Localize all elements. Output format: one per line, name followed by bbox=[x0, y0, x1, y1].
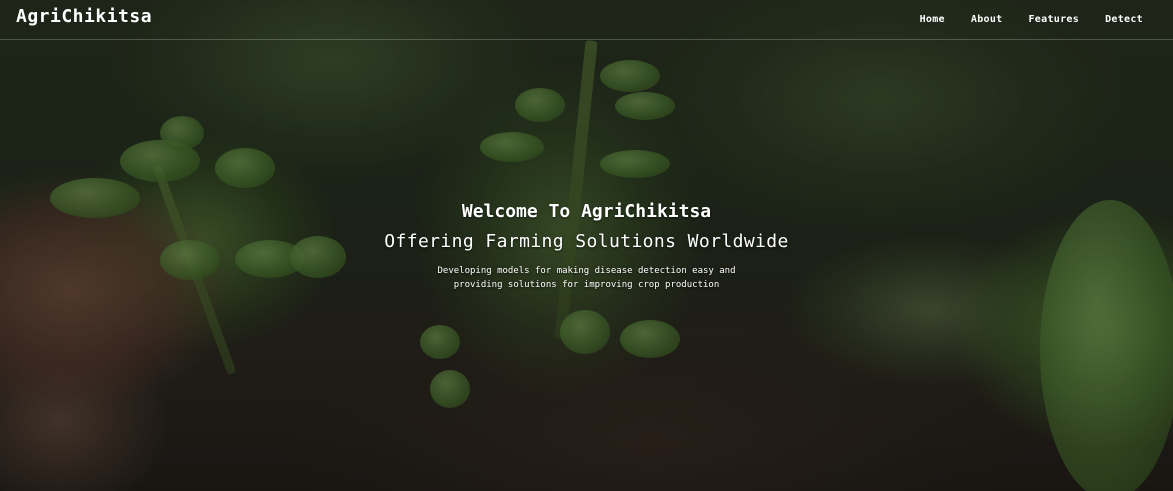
hero-description: Developing models for making disease det… bbox=[397, 264, 777, 292]
hero-content: Welcome To AgriChikitsa Offering Farming… bbox=[0, 200, 1173, 292]
hero-description-line: Developing models for making disease det… bbox=[437, 266, 736, 276]
nav-link-detect[interactable]: Detect bbox=[1079, 14, 1143, 25]
hero-subtitle: Offering Farming Solutions Worldwide bbox=[384, 231, 789, 252]
nav-link-about[interactable]: About bbox=[945, 14, 1003, 25]
nav-links: Home About Features Detect bbox=[920, 14, 1143, 25]
navbar: AgriChikitsa Home About Features Detect bbox=[0, 0, 1173, 40]
nav-link-features[interactable]: Features bbox=[1002, 14, 1079, 25]
hero-title: Welcome To AgriChikitsa bbox=[461, 201, 712, 222]
nav-link-home[interactable]: Home bbox=[920, 14, 945, 25]
hero-description-line: providing solutions for improving crop p… bbox=[453, 280, 720, 290]
brand-logo-link[interactable]: AgriChikitsa bbox=[16, 6, 152, 27]
page: AgriChikitsa Home About Features Detect … bbox=[0, 0, 1173, 491]
